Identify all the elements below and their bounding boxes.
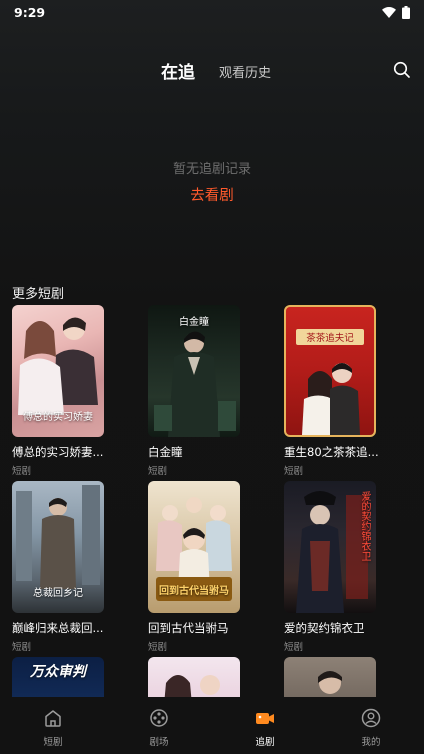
tab-following[interactable]: 在追 <box>161 58 195 83</box>
theater-icon <box>149 708 169 728</box>
nav-label: 我的 <box>361 737 381 748</box>
card-title: 回到古代当驸马 <box>148 621 229 635</box>
status-time: 9:29 <box>14 4 46 20</box>
drama-poster: 白金瞳 <box>148 305 240 437</box>
nav-item-following[interactable]: 追剧 <box>212 697 318 754</box>
search-icon[interactable] <box>393 61 411 79</box>
bottom-nav: 短剧 剧场 追剧 我的 <box>0 697 424 754</box>
drama-poster <box>148 657 240 697</box>
card-tag: 短剧 <box>148 642 168 653</box>
drama-poster: 傅总的实习娇妻 <box>12 305 104 437</box>
poster-title: 总裁回乡记 <box>33 588 83 599</box>
card-title: 重生80之茶茶追... <box>284 445 379 459</box>
app-screen: 9:29 在追 观看历史 暂无追剧记录 去看剧 更多短剧 傅总的实习娇妻 傅总的… <box>0 0 424 754</box>
nav-item-short-drama[interactable]: 短剧 <box>0 697 106 754</box>
card-tag: 短剧 <box>148 466 168 477</box>
card-title: 爱的契约锦衣卫 <box>284 621 365 635</box>
empty-state-message: 暂无追剧记录 <box>172 162 251 177</box>
top-tabs: 在追 观看历史 <box>0 56 424 86</box>
drama-card[interactable]: 傅总的实习娇妻 傅总的实习娇妻... 短剧 <box>12 305 108 477</box>
nav-item-profile[interactable]: 我的 <box>318 697 424 754</box>
profile-icon <box>361 708 381 728</box>
drama-card[interactable]: 万众审判 <box>12 657 108 697</box>
drama-card[interactable] <box>148 657 244 697</box>
drama-card[interactable]: 白金瞳 白金瞳 短剧 <box>148 305 244 477</box>
drama-poster <box>284 657 376 697</box>
go-watch-link[interactable]: 去看剧 <box>0 184 424 205</box>
drama-card[interactable]: 茶茶追夫记 重生80之茶茶追... 短剧 <box>284 305 380 477</box>
poster-title: 万众审判 <box>30 664 86 680</box>
drama-poster: 回到古代当驸马 <box>148 481 240 613</box>
poster-title: 茶茶追夫记 <box>306 333 354 344</box>
drama-poster: 茶茶追夫记 <box>284 305 376 437</box>
status-icons <box>382 5 410 19</box>
poster-title: 爱的契约锦衣卫 <box>359 491 370 561</box>
poster-title: 白金瞳 <box>179 317 209 328</box>
drama-card[interactable] <box>284 657 380 697</box>
card-title: 巅峰归来总裁回... <box>12 621 104 635</box>
drama-poster: 爱的契约锦衣卫 <box>284 481 376 613</box>
drama-poster: 总裁回乡记 <box>12 481 104 613</box>
nav-label: 剧场 <box>149 737 169 748</box>
drama-poster: 万众审判 <box>12 657 104 697</box>
nav-item-theater[interactable]: 剧场 <box>106 697 212 754</box>
drama-card[interactable]: 总裁回乡记 巅峰归来总裁回... 短剧 <box>12 481 108 653</box>
card-title: 白金瞳 <box>148 445 183 459</box>
card-tag: 短剧 <box>284 642 304 653</box>
tab-watch-history[interactable]: 观看历史 <box>219 62 271 81</box>
drama-card[interactable]: 爱的契约锦衣卫 爱的契约锦衣卫 短剧 <box>284 481 380 653</box>
video-icon <box>255 708 275 728</box>
card-tag: 短剧 <box>12 466 32 477</box>
section-title: 更多短剧 <box>12 287 65 302</box>
home-icon <box>43 708 63 728</box>
status-bar: 9:29 <box>0 0 424 24</box>
card-title: 傅总的实习娇妻... <box>12 445 104 459</box>
card-tag: 短剧 <box>12 642 32 653</box>
wifi-icon <box>382 6 396 18</box>
poster-title: 傅总的实习娇妻 <box>23 412 93 423</box>
card-tag: 短剧 <box>284 466 304 477</box>
drama-card[interactable]: 回到古代当驸马 回到古代当驸马 短剧 <box>148 481 244 653</box>
battery-icon <box>402 5 410 19</box>
poster-title: 回到古代当驸马 <box>159 586 229 597</box>
drama-grid: 傅总的实习娇妻 傅总的实习娇妻... 短剧 白金瞳 白金瞳 短剧 茶茶追夫记 重… <box>0 305 424 697</box>
nav-label: 短剧 <box>43 737 63 748</box>
nav-label: 追剧 <box>255 737 275 748</box>
